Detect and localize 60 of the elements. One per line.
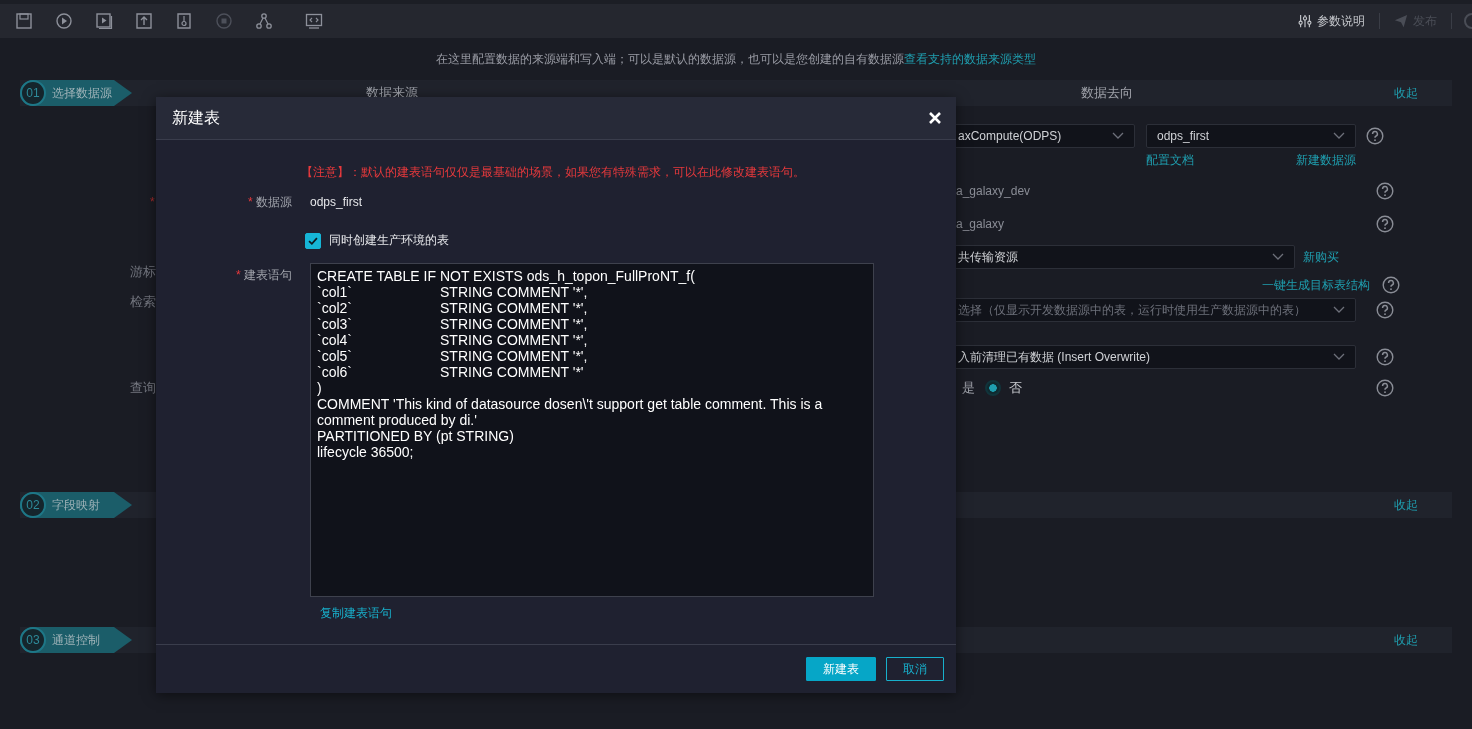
column-heading: 数据去向 xyxy=(1080,84,1134,102)
help-icon[interactable] xyxy=(1376,182,1394,200)
caret-icon xyxy=(1333,306,1345,314)
help-icon[interactable] xyxy=(1376,301,1394,319)
help-icon[interactable] xyxy=(1376,215,1394,233)
code-icon[interactable] xyxy=(305,12,323,30)
help-icon[interactable] xyxy=(1366,127,1384,145)
video-icon[interactable] xyxy=(95,12,113,30)
help-icon[interactable] xyxy=(1376,379,1394,397)
collapse-link[interactable]: 收起 xyxy=(1394,496,1418,514)
share-icon[interactable] xyxy=(255,12,273,30)
step-title: 字段映射 xyxy=(52,496,100,514)
field-label: * 建表语句 xyxy=(235,267,292,284)
field-label: * 数据源 xyxy=(247,194,292,210)
step-title: 选择数据源 xyxy=(52,84,112,102)
dialog-title: 新建表 xyxy=(172,107,220,128)
step-title: 通道控制 xyxy=(52,631,100,649)
radio-label: 是 xyxy=(962,379,975,397)
docs-link[interactable]: 配置文档 xyxy=(1146,151,1194,169)
save-icon[interactable] xyxy=(15,12,33,30)
help-icon[interactable] xyxy=(1376,348,1394,366)
radio-button[interactable] xyxy=(985,380,1001,396)
checkbox[interactable] xyxy=(305,232,321,249)
upload-icon[interactable] xyxy=(135,12,153,30)
notice-text: 【注意】：默认的建表语句仅仅是最基础的场景，如果您有特殊需求，可以在此修改建表语句。 xyxy=(301,164,806,180)
field-label: 查询 xyxy=(130,379,156,397)
collapse-link[interactable]: 收起 xyxy=(1394,631,1418,649)
sql-editor[interactable]: CREATE TABLE IF NOT EXISTS ods_h_topon_FullProNT_f( `col1` STRING COMMENT '*', `col2` STRING COMMENT '*', `col3` STRING COMMENT '*', `col4` STRING COMMENT '*', `col5` STRING COMMENT '*', `col6` STRING COMMENT '*' ) COMMENT 'This kind of datasource dosen\'t support get table comment. This is a comment produced by di.' PARTITIONED BY (pt STRING) lifecycle 36500; xyxy=(310,263,874,597)
purchase-link[interactable]: 新购买 xyxy=(1303,248,1339,266)
select-field[interactable]: odps_first xyxy=(1146,124,1356,148)
intro-text: 在这里配置数据的来源端和写入端；可以是默认的数据源，也可以是您创建的自有数据源查看支持的数据来源类型 xyxy=(436,50,1036,68)
paper-plane-icon xyxy=(1394,14,1408,28)
close-icon[interactable] xyxy=(928,111,942,125)
supported-types-link[interactable]: 查看支持的数据来源类型 xyxy=(904,51,1036,66)
radio-label: 否 xyxy=(1009,379,1022,397)
cancel-button[interactable]: 取消 xyxy=(886,657,944,681)
help-icon[interactable] xyxy=(1382,276,1400,294)
document-icon[interactable] xyxy=(175,12,193,30)
new-datasource-link[interactable]: 新建数据源 xyxy=(1296,151,1356,169)
step-number: 03 xyxy=(20,627,46,653)
copy-sql-link[interactable]: 复制建表语句 xyxy=(320,605,392,622)
sliders-icon xyxy=(1298,14,1312,28)
caret-icon xyxy=(1112,132,1124,140)
checkbox-label: 同时创建生产环境的表 xyxy=(329,232,449,249)
caret-icon xyxy=(1333,132,1345,140)
required-mark: * xyxy=(150,196,155,208)
field-label: 游标 xyxy=(130,263,156,281)
field-value: a_galaxy_dev xyxy=(955,184,1031,198)
field-label: 检索 xyxy=(130,293,156,311)
datasource-value: odps_first xyxy=(310,194,363,210)
field-value: a_galaxy xyxy=(955,217,1005,231)
caret-icon xyxy=(1272,253,1284,261)
caret-icon xyxy=(1333,353,1345,361)
generate-schema-link[interactable]: 一键生成目标表结构 xyxy=(1262,276,1370,294)
step-number: 02 xyxy=(20,492,46,518)
play-icon[interactable] xyxy=(55,12,73,30)
parameters-button[interactable]: 参数说明 xyxy=(1294,12,1369,30)
create-table-button[interactable]: 新建表 xyxy=(806,657,876,681)
collapse-link[interactable]: 收起 xyxy=(1394,84,1418,102)
step-number: 01 xyxy=(20,80,46,106)
